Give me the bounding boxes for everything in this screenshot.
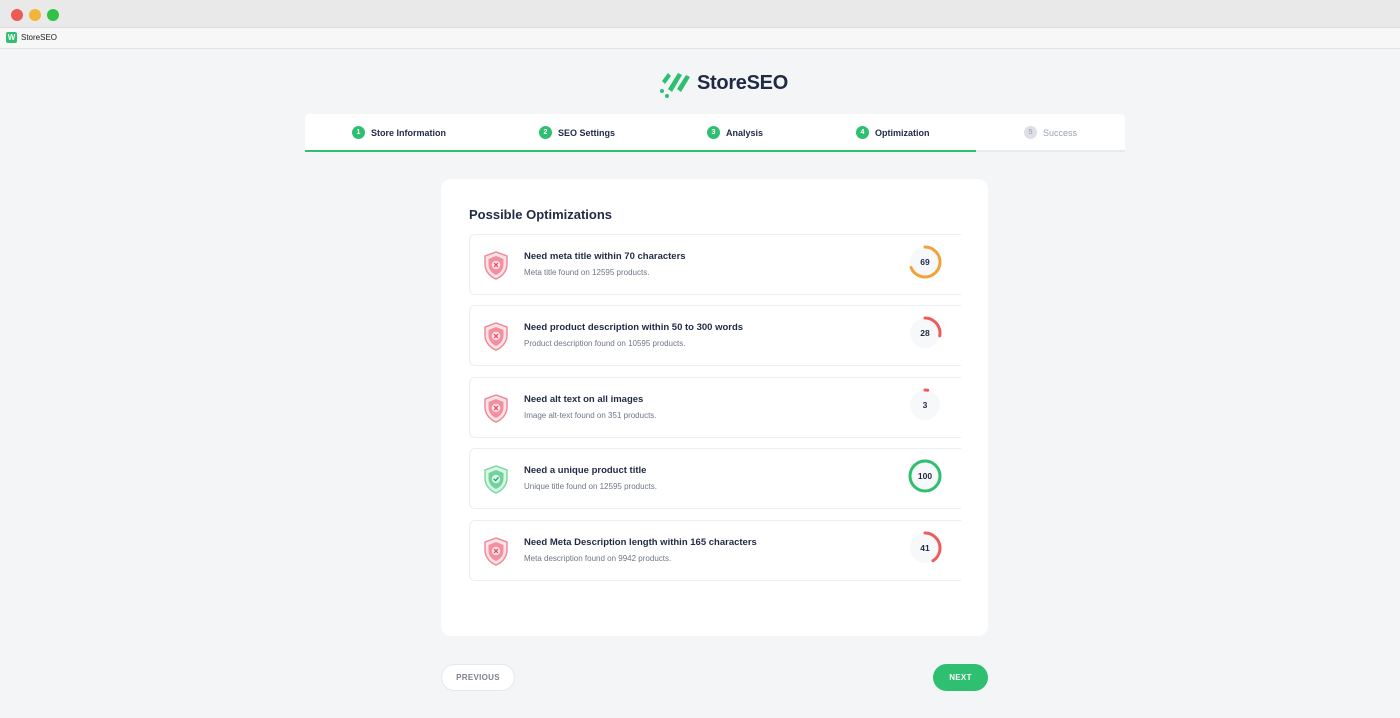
score-ring: 100 [907, 458, 943, 494]
optimization-item: Need product description within 50 to 30… [469, 305, 961, 366]
optimization-subtitle: Meta title found on 12595 products. [524, 268, 650, 277]
optimization-title: Need alt text on all images [524, 394, 644, 405]
step-analysis[interactable]: 3 Analysis [707, 126, 763, 139]
optimization-subtitle: Unique title found on 12595 products. [524, 482, 657, 491]
stepper-progress-bar [305, 150, 976, 152]
step-number: 3 [707, 126, 720, 139]
step-store-information[interactable]: 1 Store Information [352, 126, 446, 139]
step-label: Optimization [875, 127, 930, 138]
score-value: 100 [917, 471, 933, 481]
optimization-title: Need product description within 50 to 30… [524, 322, 744, 333]
optimization-item: Need alt text on all images Image alt-te… [469, 377, 961, 438]
step-label: Analysis [726, 127, 764, 138]
score-value: 69 [920, 257, 930, 267]
score-value: 41 [920, 543, 930, 553]
score-ring: 69 [907, 244, 943, 280]
step-label: SEO Settings [558, 127, 616, 138]
setup-stepper: 1 Store Information 2 SEO Settings 3 Ana… [305, 114, 1125, 152]
score-value: 3 [922, 400, 928, 410]
storeseo-logo-icon [660, 73, 690, 98]
step-number: 5 [1024, 126, 1037, 139]
step-number: 4 [856, 126, 869, 139]
step-success[interactable]: 5 Success [1024, 126, 1077, 139]
shield-x-icon [484, 322, 508, 351]
tab-title: StoreSEO [21, 33, 58, 42]
optimization-item: Need meta title within 70 characters Met… [469, 234, 961, 295]
optimization-title: Need meta title within 70 characters [524, 251, 686, 262]
step-number: 1 [352, 126, 365, 139]
score-ring: 28 [907, 315, 943, 351]
optimizations-card: Possible Optimizations Need meta title w… [441, 179, 988, 636]
optimization-subtitle: Meta description found on 9942 products. [524, 554, 672, 563]
storeseo-logo: StoreSEO [658, 66, 788, 100]
step-optimization[interactable]: 4 Optimization [856, 126, 930, 139]
browser-tab[interactable]: W StoreSEO [0, 28, 1400, 49]
optimization-list[interactable]: Need meta title within 70 characters Met… [469, 234, 961, 584]
optimization-subtitle: Image alt-text found on 351 products. [524, 411, 657, 420]
optimization-title: Need Meta Description length within 165 … [524, 537, 757, 548]
score-ring: 41 [907, 530, 943, 566]
score-value: 28 [920, 328, 930, 338]
brand-name: StoreSEO [697, 71, 788, 94]
step-number: 2 [539, 126, 552, 139]
optimization-subtitle: Product description found on 10595 produ… [524, 339, 686, 348]
score-ring: 3 [907, 387, 943, 423]
card-title: Possible Optimizations [469, 207, 613, 222]
optimization-item: Need Meta Description length within 165 … [469, 520, 961, 581]
step-label: Store Information [371, 127, 447, 138]
step-label: Success [1043, 127, 1078, 138]
shield-check-icon [484, 465, 508, 494]
step-seo-settings[interactable]: 2 SEO Settings [539, 126, 615, 139]
previous-button[interactable]: PREVIOUS [441, 664, 515, 691]
optimization-title: Need a unique product title [524, 465, 647, 476]
optimization-item: Need a unique product title Unique title… [469, 448, 961, 509]
favicon-icon: W [6, 32, 17, 43]
window-titlebar [0, 0, 1400, 28]
shield-x-icon [484, 251, 508, 280]
next-button[interactable]: NEXT [933, 664, 988, 691]
close-window-button[interactable] [11, 9, 23, 21]
maximize-window-button[interactable] [47, 9, 59, 21]
minimize-window-button[interactable] [29, 9, 41, 21]
shield-x-icon [484, 537, 508, 566]
shield-x-icon [484, 394, 508, 423]
